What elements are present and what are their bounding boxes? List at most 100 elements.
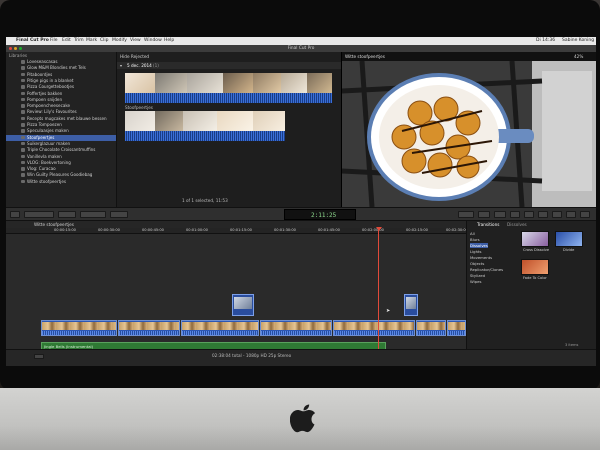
- photos-icon[interactable]: [510, 211, 520, 218]
- transition-category[interactable]: Stylized: [470, 273, 485, 278]
- viewer-pane: Witte stoofpeertjes 42%: [341, 52, 596, 207]
- tool-select-icon[interactable]: [110, 211, 128, 218]
- primary-clip[interactable]: [416, 320, 446, 336]
- snapping-icon[interactable]: [494, 211, 506, 218]
- menu-app-name[interactable]: Final Cut Pro: [16, 37, 49, 45]
- timeline-tab[interactable]: Witte stoofpeertjes: [34, 222, 74, 227]
- primary-clip[interactable]: [181, 320, 259, 336]
- transition-category[interactable]: Replicator/Clones: [470, 267, 503, 272]
- import-icon[interactable]: [10, 211, 20, 218]
- library-item[interactable]: Witte stoofpeertjes: [6, 179, 116, 185]
- playhead[interactable]: [378, 227, 379, 349]
- keyword-icon[interactable]: [24, 211, 54, 218]
- menu-file[interactable]: File: [50, 37, 58, 45]
- video-frame: [223, 73, 253, 93]
- menu-mark[interactable]: Mark: [86, 37, 97, 45]
- video-frame: [217, 111, 253, 131]
- playhead-icon[interactable]: [376, 227, 382, 231]
- transition-category[interactable]: Lights: [470, 249, 481, 254]
- event-icon: [21, 116, 25, 121]
- transition-thumbnail[interactable]: [555, 231, 583, 247]
- clip-filmstrip: [417, 322, 445, 330]
- video-frame: [183, 111, 217, 131]
- connected-clip[interactable]: [404, 294, 418, 316]
- music-icon[interactable]: [524, 211, 534, 218]
- transition-label: Divide: [563, 248, 575, 252]
- connected-clip[interactable]: [232, 294, 254, 316]
- close-window-icon[interactable]: [9, 47, 12, 50]
- transition-category[interactable]: All: [470, 231, 475, 236]
- window-title-bar: Final Cut Pro: [6, 45, 596, 52]
- primary-clip[interactable]: [447, 320, 466, 336]
- event-icon: [21, 85, 25, 89]
- transition-thumbnail[interactable]: [521, 231, 549, 247]
- event-icon: [21, 104, 25, 108]
- transition-category[interactable]: Blurs: [470, 237, 480, 242]
- ruler-mark: 00:00:15:00: [54, 228, 76, 232]
- clip-filmstrip: [448, 322, 465, 330]
- clip-appearance-icon[interactable]: [34, 354, 44, 359]
- viewer-canvas[interactable]: [342, 61, 596, 207]
- enhance-icon[interactable]: [58, 211, 76, 218]
- transition-category[interactable]: Movements: [470, 255, 492, 260]
- generators-icon[interactable]: [552, 211, 562, 218]
- clip-filmstrip: [42, 322, 116, 330]
- event-icon: [21, 123, 25, 127]
- event-icon: [21, 66, 25, 70]
- menu-modify[interactable]: Modify: [112, 37, 127, 45]
- event-icon: [21, 179, 25, 184]
- transition-category[interactable]: Wipes: [470, 279, 481, 284]
- menu-trim[interactable]: Trim: [74, 37, 84, 45]
- menu-user[interactable]: Sabine Koning: [562, 37, 594, 45]
- transitions-button[interactable]: [580, 211, 590, 218]
- event-icon: [21, 154, 25, 158]
- clip-waveform: [182, 331, 258, 335]
- titles-icon[interactable]: [538, 211, 548, 218]
- video-frame: [155, 73, 187, 93]
- clip-filmstrip: [119, 322, 179, 330]
- clip-thumbnail: [406, 297, 416, 309]
- transition-category[interactable]: Objects: [470, 261, 484, 266]
- browser-filter[interactable]: Hide Rejected: [120, 54, 149, 59]
- menu-view[interactable]: View: [130, 37, 141, 45]
- ruler-mark: 00:01:15:00: [230, 228, 252, 232]
- zoom-window-icon[interactable]: [19, 47, 22, 50]
- transition-thumbnail[interactable]: [521, 259, 549, 275]
- menu-edit[interactable]: Edit: [62, 37, 71, 45]
- timeline[interactable]: Jingle Bells (Instrumental) Jingle Bells…: [6, 227, 466, 363]
- transitions-title: Transitions: [477, 222, 500, 227]
- viewer-zoom[interactable]: 42%: [574, 54, 583, 59]
- menu-help[interactable]: Help: [164, 37, 174, 45]
- event-icon: [21, 110, 25, 114]
- menu-window[interactable]: Window: [144, 37, 162, 45]
- primary-clip[interactable]: [118, 320, 180, 336]
- viewer-title: Witte stoofpeertjes: [345, 54, 385, 59]
- date-header-row: ▾ 5 dec. 2014 (1): [117, 62, 342, 69]
- ruler-mark: 00:00:45:00: [142, 228, 164, 232]
- video-frame: [125, 73, 155, 93]
- audio-skimming-icon[interactable]: [458, 211, 474, 218]
- event-icon: [21, 97, 25, 102]
- themes-icon[interactable]: [566, 211, 576, 218]
- date-count: (1): [153, 63, 159, 68]
- transitions-subtitle: Dissolves: [507, 222, 527, 227]
- edit-mode-icon[interactable]: [80, 211, 106, 218]
- filmstrip-row-2[interactable]: [125, 111, 285, 131]
- audio-waveform: [125, 131, 285, 141]
- primary-clip[interactable]: [260, 320, 332, 336]
- event-icon: [21, 148, 25, 152]
- primary-clip[interactable]: [333, 320, 415, 336]
- monitor-chin: [0, 388, 600, 450]
- minimize-window-icon[interactable]: [14, 47, 17, 50]
- filmstrip-row-1[interactable]: [125, 73, 332, 93]
- disclosure-triangle-icon[interactable]: ▾: [120, 63, 122, 68]
- solo-icon[interactable]: [478, 211, 490, 218]
- menu-clip[interactable]: Clip: [100, 37, 109, 45]
- timecode-value: 2:11:25: [311, 212, 337, 219]
- timecode-display[interactable]: 2:11:25: [284, 209, 356, 220]
- ruler-mark: 00:01:00:00: [186, 228, 208, 232]
- primary-clip[interactable]: [41, 320, 117, 336]
- apple-logo-icon: [290, 404, 316, 433]
- transition-category-selected[interactable]: Dissolves: [470, 243, 488, 248]
- date-header: 5 dec. 2014: [127, 63, 152, 68]
